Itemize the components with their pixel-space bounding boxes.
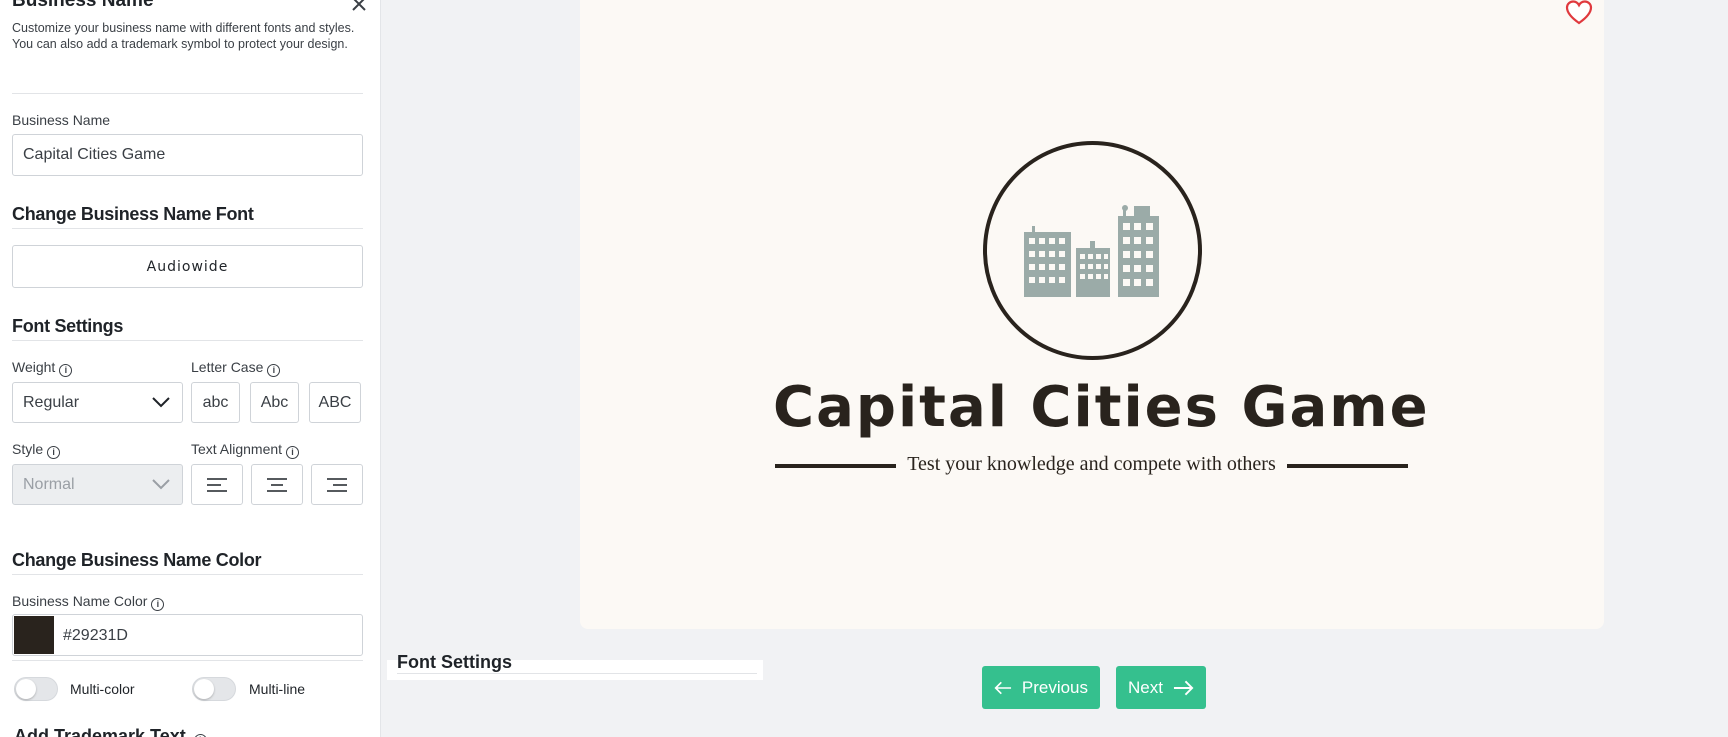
weight-label-text: Weight <box>12 359 56 375</box>
font-settings-fragment: Font Settings <box>387 652 763 680</box>
chevron-down-icon <box>152 479 170 490</box>
color-input[interactable]: #29231D <box>12 614 363 656</box>
business-name-input[interactable] <box>12 134 363 176</box>
style-label-text: Style <box>12 441 44 457</box>
align-center-icon <box>267 477 287 492</box>
trademark-title-text: Add Trademark Text <box>14 726 186 737</box>
color-swatch[interactable] <box>14 616 54 654</box>
text-alignment-label: Text Alignment i <box>191 441 300 459</box>
capitalize-button[interactable]: Abc <box>250 382 299 423</box>
trademark-title: Add Trademark Texti <box>14 726 207 737</box>
logo-tagline[interactable]: Test your knowledge and compete with oth… <box>896 453 1287 476</box>
heart-icon[interactable] <box>1565 0 1593 26</box>
previous-label: Previous <box>1021 677 1088 697</box>
weight-select[interactable]: Regular <box>12 382 183 423</box>
sidebar-title: Business Name <box>12 0 154 11</box>
fragment-title: Font Settings <box>397 652 512 672</box>
editor-sidebar: Business Name Customize your business na… <box>0 0 381 737</box>
multicolor-label: Multi-color <box>70 681 135 697</box>
divider <box>12 93 363 94</box>
tagline-divider-right <box>1287 464 1408 468</box>
close-icon[interactable] <box>349 0 369 14</box>
align-center-button[interactable] <box>251 464 303 505</box>
info-icon[interactable]: i <box>267 364 281 377</box>
multiline-toggle[interactable] <box>192 677 236 701</box>
font-picker-button[interactable]: Audiowide <box>12 245 363 288</box>
align-left-button[interactable] <box>191 464 243 505</box>
letter-case-label-text: Letter Case <box>191 359 264 375</box>
font-settings-title: Font Settings <box>12 316 124 336</box>
letter-case-label: Letter Case i <box>191 359 281 377</box>
style-value: Normal <box>23 475 75 493</box>
style-select[interactable]: Normal <box>12 464 183 505</box>
scroll-edge <box>1716 660 1728 737</box>
change-color-title: Change Business Name Color <box>12 550 262 570</box>
chevron-down-icon <box>152 397 170 408</box>
next-label: Next <box>1128 677 1163 697</box>
info-icon[interactable]: i <box>47 446 61 459</box>
color-label: Business Name Color i <box>12 593 165 611</box>
arrow-right-icon <box>1173 680 1194 695</box>
business-name-label: Business Name <box>12 112 111 128</box>
multicolor-toggle[interactable] <box>14 677 58 701</box>
text-alignment-label-text: Text Alignment <box>191 441 283 457</box>
divider <box>12 340 363 341</box>
color-label-text: Business Name Color <box>12 593 148 609</box>
align-right-button[interactable] <box>311 464 363 505</box>
style-label: Style i <box>12 441 61 459</box>
align-right-icon <box>327 477 347 492</box>
multiline-label: Multi-line <box>249 681 306 697</box>
lowercase-button[interactable]: abc <box>191 382 240 423</box>
color-value: #29231D <box>63 627 128 644</box>
tagline-divider-left <box>775 464 896 468</box>
next-button[interactable]: Next <box>1116 666 1206 709</box>
info-icon[interactable]: i <box>286 446 300 459</box>
arrow-left-icon <box>994 681 1012 694</box>
divider <box>397 673 757 674</box>
change-font-title: Change Business Name Font <box>12 204 254 224</box>
align-left-icon <box>207 477 227 492</box>
sidebar-description: Customize your business name with differ… <box>12 21 355 51</box>
divider <box>12 228 363 229</box>
logo-business-name[interactable]: Capital Cities Game <box>773 375 1428 440</box>
divider <box>12 574 363 575</box>
city-buildings-icon <box>1024 205 1159 297</box>
uppercase-button[interactable]: ABC <box>309 382 361 423</box>
previous-button[interactable]: Previous <box>982 666 1100 709</box>
info-icon[interactable]: i <box>59 364 73 377</box>
divider <box>12 660 363 661</box>
weight-value: Regular <box>23 393 80 411</box>
info-icon[interactable]: i <box>151 598 165 611</box>
weight-label: Weight i <box>12 359 73 377</box>
